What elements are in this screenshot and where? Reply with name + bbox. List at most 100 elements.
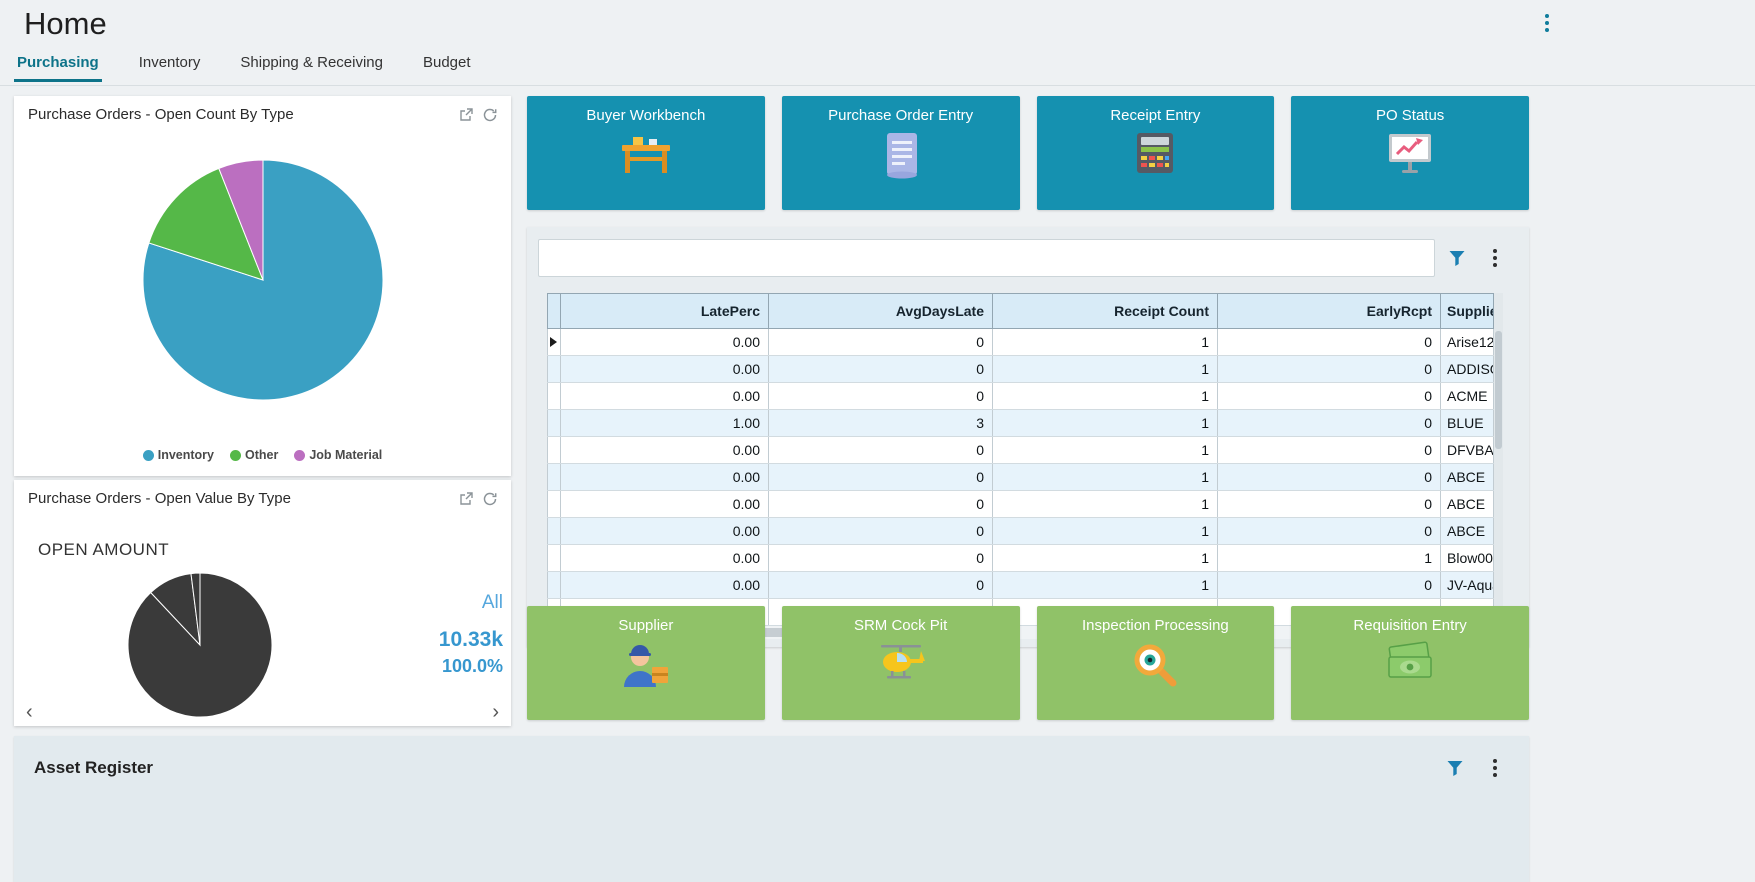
table-cell[interactable]: 0.00: [561, 572, 769, 599]
row-gutter[interactable]: [548, 545, 561, 572]
table-row[interactable]: 0.00010ABCE: [548, 464, 1494, 491]
table-cell[interactable]: Blow001: [1441, 545, 1494, 572]
asset-register-kebab-menu-icon[interactable]: [1479, 752, 1511, 784]
table-cell[interactable]: 0: [769, 356, 993, 383]
asset-register-filter-button[interactable]: [1439, 752, 1471, 784]
grid-kebab-menu-icon[interactable]: [1479, 242, 1511, 274]
table-cell[interactable]: ACME: [1441, 383, 1494, 410]
popout-icon[interactable]: [459, 108, 473, 122]
table-cell[interactable]: 0: [1218, 437, 1441, 464]
table-cell[interactable]: 0: [769, 464, 993, 491]
table-row[interactable]: 1.00310BLUE: [548, 410, 1494, 437]
column-header-earlyrcpt[interactable]: EarlyRcpt: [1218, 294, 1441, 329]
tile-buyer-workbench[interactable]: Buyer Workbench: [527, 96, 765, 210]
table-cell[interactable]: 1: [993, 329, 1218, 356]
table-cell[interactable]: 0: [1218, 464, 1441, 491]
table-row[interactable]: 0.00010ABCE: [548, 518, 1494, 545]
table-cell[interactable]: 0.00: [561, 356, 769, 383]
table-cell[interactable]: 0: [769, 437, 993, 464]
table-cell[interactable]: 0.00: [561, 329, 769, 356]
table-row[interactable]: 0.00010ABCE: [548, 491, 1494, 518]
column-header-receipt-count[interactable]: Receipt Count: [993, 294, 1218, 329]
legend-item-other[interactable]: Other: [230, 448, 278, 462]
vertical-scrollbar[interactable]: [1494, 293, 1503, 625]
row-gutter[interactable]: [548, 464, 561, 491]
page-kebab-menu-icon[interactable]: [1541, 10, 1553, 36]
table-cell[interactable]: 1: [993, 545, 1218, 572]
table-cell[interactable]: 0.00: [561, 437, 769, 464]
table-cell[interactable]: 1: [993, 410, 1218, 437]
row-gutter[interactable]: [548, 383, 561, 410]
column-header-supplier[interactable]: Supplier: [1441, 294, 1494, 329]
popout-icon[interactable]: [459, 492, 473, 506]
table-cell[interactable]: DFVBAC: [1441, 437, 1494, 464]
table-cell[interactable]: 0: [1218, 491, 1441, 518]
table-cell[interactable]: 0: [1218, 356, 1441, 383]
legend-item-inventory[interactable]: Inventory: [143, 448, 214, 462]
table-cell[interactable]: 0.00: [561, 491, 769, 518]
table-cell[interactable]: 3: [769, 410, 993, 437]
table-cell[interactable]: 0: [1218, 410, 1441, 437]
table-cell[interactable]: 0.00: [561, 518, 769, 545]
table-cell[interactable]: 0: [769, 545, 993, 572]
table-cell[interactable]: JV-Aqua: [1441, 572, 1494, 599]
row-gutter[interactable]: [548, 437, 561, 464]
grid-filter-button[interactable]: [1441, 242, 1473, 274]
table-cell[interactable]: ABCE: [1441, 491, 1494, 518]
row-gutter[interactable]: [548, 491, 561, 518]
table-cell[interactable]: 1: [993, 518, 1218, 545]
row-gutter[interactable]: [548, 329, 561, 356]
table-cell[interactable]: 1: [1218, 545, 1441, 572]
column-header-avgdayslate[interactable]: AvgDaysLate: [769, 294, 993, 329]
table-cell[interactable]: 0: [769, 572, 993, 599]
table-cell[interactable]: 0: [769, 491, 993, 518]
table-cell[interactable]: 0: [769, 329, 993, 356]
grid-search-input[interactable]: [538, 239, 1435, 277]
table-cell[interactable]: 1: [993, 437, 1218, 464]
table-cell[interactable]: 0.00: [561, 383, 769, 410]
row-gutter[interactable]: [548, 518, 561, 545]
tile-receipt-entry[interactable]: Receipt Entry: [1037, 96, 1275, 210]
legend-item-job-material[interactable]: Job Material: [294, 448, 382, 462]
chevron-left-icon[interactable]: ‹: [26, 702, 33, 722]
table-cell[interactable]: 1: [993, 491, 1218, 518]
column-header-lateperc[interactable]: LatePerc: [561, 294, 769, 329]
tile-purchase-order-entry[interactable]: Purchase Order Entry: [782, 96, 1020, 210]
refresh-icon[interactable]: [483, 108, 497, 122]
table-cell[interactable]: 0.00: [561, 464, 769, 491]
tile-supplier[interactable]: Supplier: [527, 606, 765, 720]
row-gutter[interactable]: [548, 356, 561, 383]
table-row[interactable]: 0.00010Arise123: [548, 329, 1494, 356]
row-gutter[interactable]: [548, 572, 561, 599]
table-cell[interactable]: 1: [993, 464, 1218, 491]
row-gutter[interactable]: [548, 410, 561, 437]
table-cell[interactable]: 1: [993, 383, 1218, 410]
tile-requisition-entry[interactable]: Requisition Entry: [1291, 606, 1529, 720]
tile-inspection-processing[interactable]: Inspection Processing: [1037, 606, 1275, 720]
table-cell[interactable]: 0: [1218, 329, 1441, 356]
table-cell[interactable]: 0.00: [561, 545, 769, 572]
table-row[interactable]: 0.00010DFVBAC: [548, 437, 1494, 464]
table-cell[interactable]: Arise123: [1441, 329, 1494, 356]
table-cell[interactable]: 1: [993, 356, 1218, 383]
table-cell[interactable]: ADDISON: [1441, 356, 1494, 383]
vertical-scrollbar-thumb[interactable]: [1495, 331, 1502, 449]
tile-srm-cock-pit[interactable]: SRM Cock Pit: [782, 606, 1020, 720]
table-cell[interactable]: 0: [1218, 572, 1441, 599]
table-cell[interactable]: 0: [1218, 383, 1441, 410]
table-cell[interactable]: ABCE: [1441, 518, 1494, 545]
tab-purchasing[interactable]: Purchasing: [14, 46, 102, 79]
table-cell[interactable]: 0: [769, 383, 993, 410]
table-cell[interactable]: 1: [993, 572, 1218, 599]
tile-po-status[interactable]: PO Status: [1291, 96, 1529, 210]
table-row[interactable]: 0.00010ACME: [548, 383, 1494, 410]
table-cell[interactable]: BLUE: [1441, 410, 1494, 437]
table-row[interactable]: 0.00010ADDISON: [548, 356, 1494, 383]
tab-inventory[interactable]: Inventory: [136, 46, 204, 79]
table-row[interactable]: 0.00010JV-Aqua: [548, 572, 1494, 599]
table-cell[interactable]: ABCE: [1441, 464, 1494, 491]
refresh-icon[interactable]: [483, 492, 497, 506]
chevron-right-icon[interactable]: ›: [492, 702, 499, 722]
tab-shipping-receiving[interactable]: Shipping & Receiving: [237, 46, 386, 79]
table-row[interactable]: 0.00011Blow001: [548, 545, 1494, 572]
